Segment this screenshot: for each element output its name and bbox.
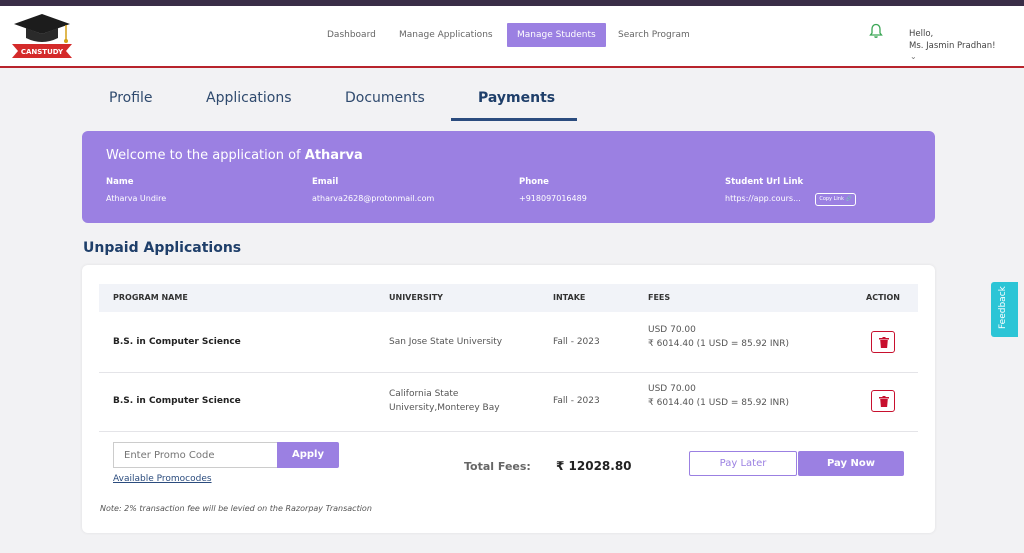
welcome-heading: Welcome to the application of Atharva <box>106 148 363 163</box>
available-promocodes-link[interactable]: Available Promocodes <box>113 474 212 484</box>
row2-program: B.S. in Computer Science <box>113 396 241 406</box>
row2-fee-inr: ₹ 6014.40 (1 USD = 85.92 INR) <box>648 398 790 408</box>
canstudy-logo[interactable]: CANSTUDY <box>6 10 78 62</box>
header-fees: FEES <box>648 293 671 302</box>
student-banner: Welcome to the application of Atharva Na… <box>82 131 935 223</box>
email-label: Email <box>312 177 339 187</box>
student-url-value: https://app.cours... <box>725 194 801 203</box>
active-tab-indicator <box>451 118 577 121</box>
phone-value: +918097016489 <box>519 194 587 203</box>
total-fees-value: ₹ 12028.80 <box>556 459 632 473</box>
name-value: Atharva Undire <box>106 194 167 203</box>
row1-intake: Fall - 2023 <box>553 337 600 347</box>
top-header: CANSTUDY Dashboard Manage Applications M… <box>0 6 1024 68</box>
pay-now-button[interactable]: Pay Now <box>798 451 904 476</box>
trash-icon <box>879 396 889 407</box>
nav-dashboard[interactable]: Dashboard <box>327 23 376 47</box>
logo-text: CANSTUDY <box>21 48 64 56</box>
unpaid-applications-heading: Unpaid Applications <box>83 240 242 256</box>
pay-later-button[interactable]: Pay Later <box>689 451 797 476</box>
student-url-label: Student Url Link <box>725 177 804 187</box>
row1-program: B.S. in Computer Science <box>113 337 241 347</box>
promo-code-input[interactable] <box>113 442 277 468</box>
table-header <box>99 284 918 312</box>
student-first-name: Atharva <box>304 148 363 163</box>
row2-fee-usd: USD 70.00 <box>648 384 696 394</box>
row-divider <box>99 372 918 373</box>
nav-search-program[interactable]: Search Program <box>618 23 690 47</box>
bell-icon[interactable] <box>869 23 883 39</box>
link-icon: 🔗 <box>845 196 852 202</box>
unpaid-applications-card: PROGRAM NAME UNIVERSITY INTAKE FEES ACTI… <box>82 265 935 533</box>
row2-intake: Fall - 2023 <box>553 396 600 406</box>
welcome-prefix: Welcome to the application of <box>106 148 301 163</box>
row1-fee-inr: ₹ 6014.40 (1 USD = 85.92 INR) <box>648 339 790 349</box>
row2-delete-button[interactable] <box>871 390 895 412</box>
copy-link-label: Copy Link <box>819 196 844 202</box>
copy-link-button[interactable]: Copy Link 🔗 <box>815 193 856 206</box>
row1-university: San Jose State University <box>389 337 503 347</box>
phone-label: Phone <box>519 177 549 187</box>
feedback-label: Feedback <box>998 286 1008 329</box>
row-divider <box>99 431 918 432</box>
user-greeting[interactable]: Hello, Ms. Jasmin Pradhan! <box>909 28 996 52</box>
chevron-down-icon[interactable]: ⌄ <box>910 52 917 61</box>
row1-delete-button[interactable] <box>871 331 895 353</box>
row2-university: California State University,Monterey Bay <box>389 389 500 413</box>
nav-manage-students[interactable]: Manage Students <box>507 23 606 47</box>
header-intake: INTAKE <box>553 293 586 302</box>
email-value: atharva2628@protonmail.com <box>312 194 435 203</box>
tab-applications[interactable]: Applications <box>206 90 292 106</box>
user-name: Ms. Jasmin Pradhan! <box>909 41 996 51</box>
tab-profile[interactable]: Profile <box>109 90 153 106</box>
header-university: UNIVERSITY <box>389 293 443 302</box>
feedback-tab[interactable]: Feedback <box>991 282 1018 337</box>
transaction-fee-note: Note: 2% transaction fee will be levied … <box>100 504 372 513</box>
apply-promo-button[interactable]: Apply <box>277 442 339 468</box>
tab-payments[interactable]: Payments <box>478 90 555 106</box>
trash-icon <box>879 337 889 348</box>
greeting-text: Hello, <box>909 29 934 39</box>
name-label: Name <box>106 177 134 187</box>
total-fees-label: Total Fees: <box>464 460 531 473</box>
nav-manage-applications[interactable]: Manage Applications <box>399 23 493 47</box>
row1-fee-usd: USD 70.00 <box>648 325 696 335</box>
header-program-name: PROGRAM NAME <box>113 293 188 302</box>
header-action: ACTION <box>866 293 900 302</box>
tab-documents[interactable]: Documents <box>345 90 425 106</box>
